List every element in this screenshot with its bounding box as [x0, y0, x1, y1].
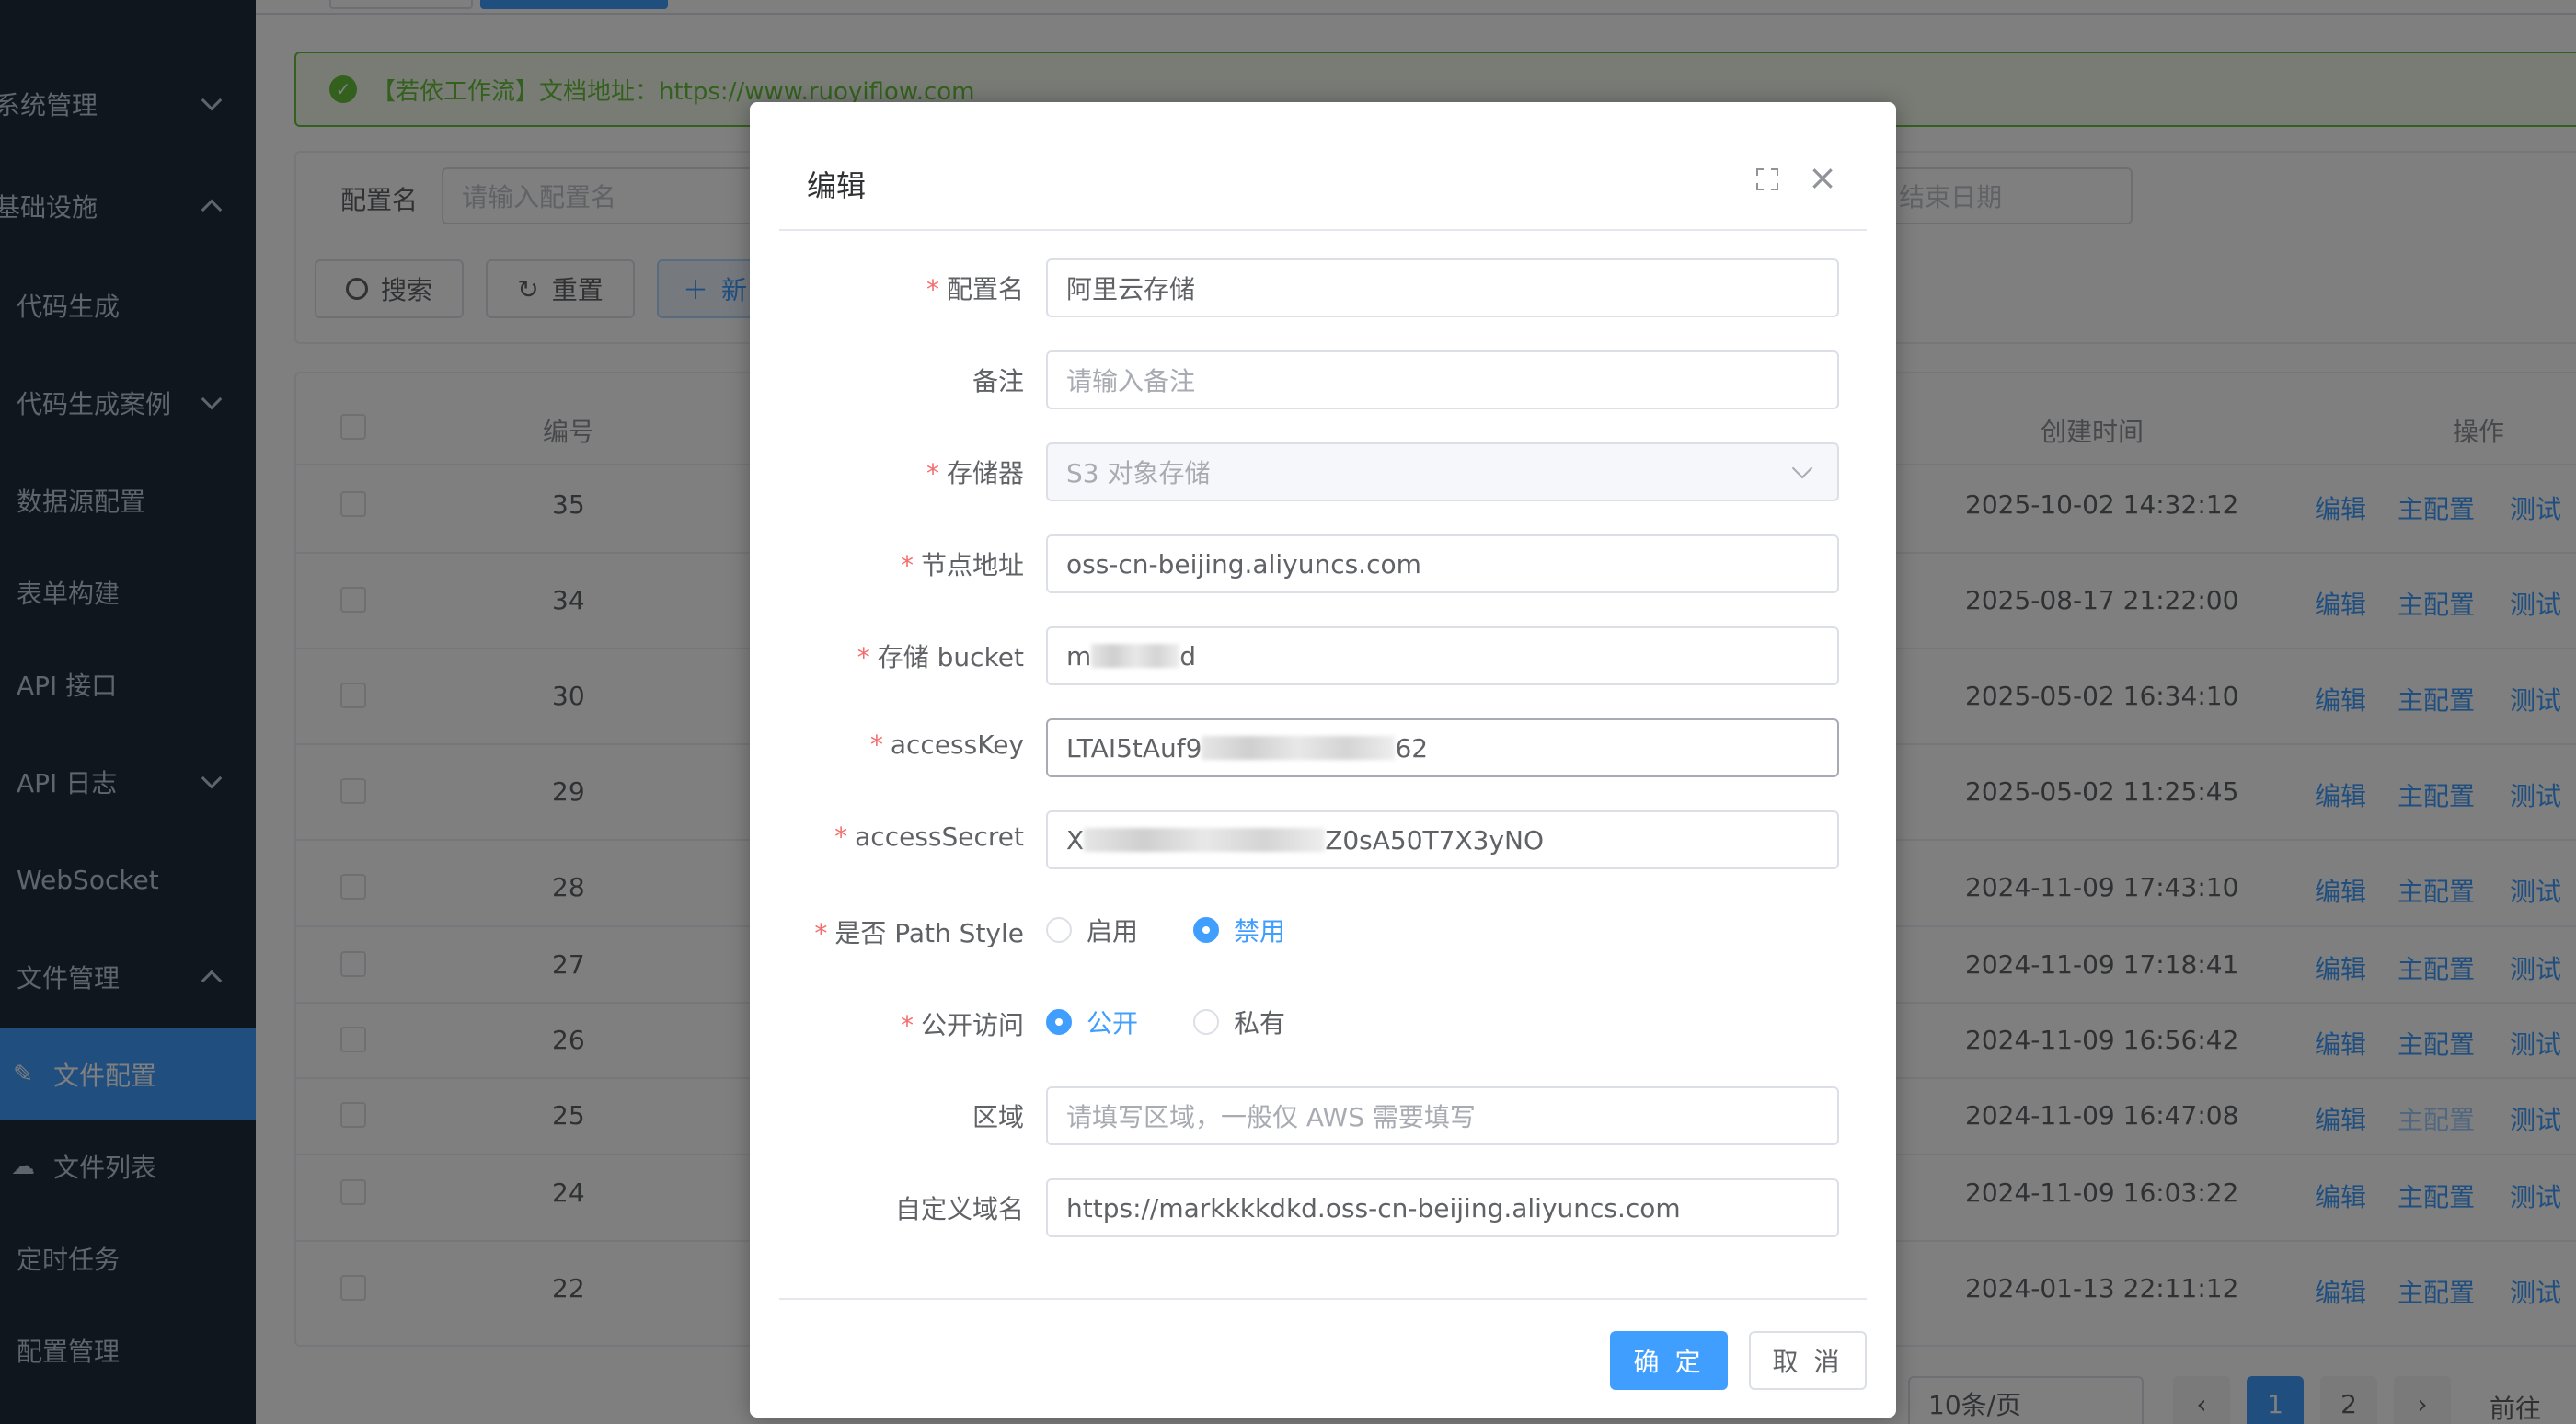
name-input[interactable]: 阿里云存储	[1046, 258, 1839, 317]
dialog-footer-divider	[779, 1298, 1867, 1300]
redacted-region	[1202, 736, 1396, 760]
fullscreen-icon[interactable]	[1756, 168, 1778, 190]
field-label-bucket: * 存储 bucket	[857, 642, 1024, 672]
edit-dialog: 编辑 × * 配置名 阿里云存储 备注 请输入备注 * 存储器 S3 对象存储 * 节…	[750, 102, 1896, 1418]
chevron-down-icon	[1791, 457, 1813, 479]
dialog-header-divider	[779, 229, 1867, 231]
field-label-region: 区域	[972, 1102, 1024, 1132]
access-secret-input[interactable]: X Z0sA50T7X3yNO	[1046, 810, 1839, 869]
storage-select: S3 对象存储	[1046, 442, 1839, 501]
dialog-title: 编辑	[807, 168, 867, 203]
close-icon[interactable]: ×	[1806, 160, 1839, 195]
field-label-public: * 公开访问	[900, 1010, 1024, 1040]
path-style-enable-radio[interactable]: 启用	[1046, 912, 1138, 948]
access-key-input[interactable]: LTAI5tAuf9 62	[1046, 718, 1839, 777]
field-label-endpoint: * 节点地址	[900, 550, 1024, 580]
domain-input[interactable]: https://markkkkdkd.oss-cn-beijing.aliyun…	[1046, 1178, 1839, 1237]
field-label-access-key: * accessKey	[869, 729, 1024, 760]
path-style-disable-radio[interactable]: 禁用	[1193, 912, 1285, 948]
field-label-remark: 备注	[972, 366, 1024, 396]
private-radio[interactable]: 私有	[1193, 1004, 1285, 1040]
bucket-input[interactable]: md	[1046, 626, 1839, 685]
redacted-region	[1091, 644, 1180, 668]
field-label-access-secret: * accessSecret	[834, 821, 1024, 852]
field-label-storage: * 存储器	[926, 458, 1024, 488]
field-label-domain: 自定义域名	[894, 1194, 1024, 1224]
remark-input[interactable]: 请输入备注	[1046, 350, 1839, 409]
confirm-button[interactable]: 确 定	[1610, 1331, 1728, 1390]
redacted-region	[1084, 828, 1326, 852]
field-label-path-style: * 是否 Path Style	[814, 918, 1024, 948]
region-input[interactable]: 请填写区域，一般仅 AWS 需要填写	[1046, 1086, 1839, 1145]
cancel-button[interactable]: 取 消	[1749, 1331, 1867, 1390]
field-label-name: * 配置名	[926, 274, 1024, 304]
endpoint-input[interactable]: oss-cn-beijing.aliyuncs.com	[1046, 534, 1839, 593]
public-radio[interactable]: 公开	[1046, 1004, 1138, 1040]
